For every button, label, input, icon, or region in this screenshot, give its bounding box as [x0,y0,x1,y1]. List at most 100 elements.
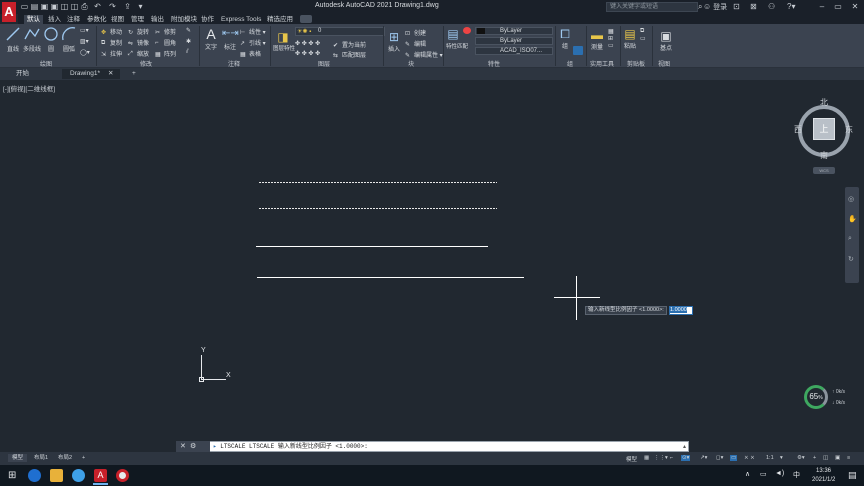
erase-icon[interactable]: ✎ [186,27,191,34]
autocad-taskbar-icon[interactable]: A [94,469,107,482]
match-properties-button[interactable]: ▤ 特性匹配 [446,26,468,50]
table-button[interactable]: ▦ 表格 [240,49,261,58]
match-layer-button[interactable]: ⇆ 匹配图层 [333,50,366,59]
rotate-button[interactable]: ↻ 旋转 [128,27,149,36]
drawing-canvas[interactable] [0,80,864,440]
edit-block-button[interactable]: ✎ 编辑 [405,39,426,48]
layer-properties-button[interactable]: ◨ 图层特性 [273,30,295,52]
workspace-gear-icon[interactable]: ⚙▾ [797,455,805,461]
plus-icon[interactable]: + [813,455,816,461]
wcs-menu[interactable]: WCS [813,167,835,174]
linetype-dropdown[interactable]: ByLayer [475,37,553,45]
tab-layout1[interactable]: 布局1 [30,454,52,462]
hardware-accel-icon[interactable]: ▣ [835,455,840,461]
orbit-icon[interactable]: ↻ [848,255,854,263]
tab-parametric[interactable]: 参数化 [84,15,110,24]
windows-start-icon[interactable]: ⊞ [8,470,16,481]
lineweight-dropdown[interactable]: ACAD_ISO07... [475,47,553,55]
paste-button[interactable]: ▤ 粘贴 [623,27,637,50]
customize-status-icon[interactable]: ≡ [847,455,850,461]
linear-button[interactable]: ⊢ 线性 ▾ [240,27,266,36]
tab-express-tools[interactable]: Express Tools [218,15,264,24]
fillet-button[interactable]: ⌐ 圆角 [155,38,176,47]
minimize-icon[interactable]: – [815,1,829,13]
recorder-icon[interactable] [116,469,129,482]
autocad-logo-icon[interactable]: A [2,2,16,22]
close-tab-icon[interactable]: ✕ [108,70,113,77]
autodesk-a360-icon[interactable]: ⊠ [750,2,757,11]
web-mobile-save-icon[interactable]: ◫ [70,2,79,12]
measure-button[interactable]: ▬ 测量 [589,28,605,51]
command-line[interactable]: ▸ LTSCALE LTSCALE 输入新线型比例因子 <1.0000>: [176,441,689,452]
grid-icon[interactable]: ▦ [644,455,649,461]
open-file-icon[interactable]: ▤ [30,2,39,12]
edge-icon[interactable] [28,469,41,482]
new-layout-button[interactable]: + [78,454,89,462]
clock-date[interactable]: 2021/1/2 [812,477,835,483]
polyline-button[interactable]: 多段线 [22,26,42,53]
share-icon[interactable]: ⇪ [123,2,132,12]
layer-tools-icon[interactable]: ✤ ✤ ✤ ✤ [295,40,320,47]
viewcube-south[interactable]: 南 [820,150,828,161]
text-button[interactable]: A 文字 [203,26,219,51]
tab-collaborate[interactable]: 协作 [198,15,217,24]
pan-icon[interactable]: ✋ [848,215,857,223]
web-mobile-open-icon[interactable]: ◫ [60,2,69,12]
scale-dropdown-icon[interactable]: ▾ [780,455,783,461]
undo-icon[interactable]: ↶ [93,2,102,12]
color-dropdown[interactable]: ByLayer [475,27,553,35]
make-current-button[interactable]: ✔ 置为当前 [333,40,366,49]
line-button[interactable]: 直线 [4,26,22,53]
print-icon[interactable]: ⎙ [80,2,89,12]
maximize-icon[interactable]: ▭ [831,1,845,13]
ribbon-toggle-icon[interactable] [300,15,312,23]
annotation-scale[interactable]: 1:1 [766,455,774,461]
offset-icon[interactable]: ⫽ [186,49,189,56]
ime-icon[interactable]: 中 [793,470,800,480]
copy-button[interactable]: ⧉ 复制 [101,38,122,47]
tab-model[interactable]: 模型 [8,454,28,462]
file-explorer-icon[interactable] [50,469,63,482]
polar-icon[interactable]: ↗▾ [700,455,707,461]
close-icon[interactable]: ✕ [848,1,862,13]
utility-tools-icon[interactable]: ▦ ⊞ ▭ [608,28,614,49]
dashed-line-1[interactable] [259,182,497,183]
tab-manage[interactable]: 管理 [128,15,147,24]
tab-output[interactable]: 输出 [148,15,167,24]
save-icon[interactable]: ▣ [40,2,49,12]
network-icon[interactable]: ▭ [760,470,767,478]
solid-line-2[interactable] [257,277,524,278]
solid-line-1[interactable] [256,246,488,247]
mirror-button[interactable]: ⇋ 镜像 [128,38,149,47]
edit-attributes-button[interactable]: ✎ 编辑属性 ▾ [405,50,443,59]
tray-chevron-icon[interactable]: ∧ [745,470,750,478]
infer-icon[interactable]: ⌐ [670,455,673,461]
search-icon[interactable]: ⌕ [698,2,702,12]
sign-in-button[interactable]: ☺ 登录 [703,2,727,12]
model-space-toggle[interactable]: 模型 [626,455,637,463]
hatch-icon[interactable]: ▨▾ [80,38,89,45]
save-as-icon[interactable]: ▣ [50,2,59,12]
redo-icon[interactable]: ↷ [108,2,117,12]
circle-button[interactable]: 圆 [43,26,59,53]
trim-button[interactable]: ✂ 修剪 [155,27,176,36]
ortho-icon[interactable]: ⊙▾ [681,455,691,461]
group-select-icon[interactable] [573,46,583,55]
isolate-icon[interactable]: ◫ [823,455,828,461]
tab-start[interactable]: 开始 [8,69,29,79]
group-button[interactable]: ⧠ 组 [558,27,572,50]
help-icon[interactable]: ?▾ [787,2,795,11]
cart-icon[interactable]: ⊡ [733,2,740,11]
viewcube-west[interactable]: 西 [794,124,802,135]
lineweight-icon[interactable]: ▭ [730,455,738,461]
annotation-icon[interactable]: ⨯ ⨯ [744,455,755,461]
app-icon[interactable] [72,469,85,482]
clipboard-tools-icon[interactable]: ⧉ ▭ [640,28,646,42]
user-icon[interactable]: ⚇ [768,2,775,11]
viewcube-face-top[interactable]: 上 [813,118,835,140]
arc-button[interactable]: 圆弧 [61,26,77,53]
dashed-line-2[interactable] [259,208,497,209]
base-view-button[interactable]: ▣ 基点 [657,29,675,52]
zoom-icon[interactable]: ⌕ [848,235,852,243]
tab-view[interactable]: 视图 [108,15,127,24]
